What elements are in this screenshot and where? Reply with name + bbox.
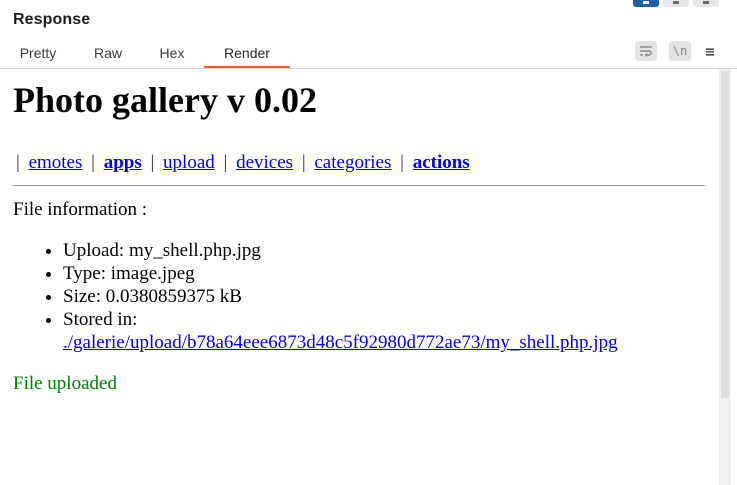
rendered-page: Photo gallery v 0.02 | emotes | apps | u… [0, 69, 718, 485]
scrollbar-thumb[interactable] [721, 71, 729, 398]
layout-horizontal-icon [673, 1, 679, 4]
tab-hex[interactable]: Hex [140, 38, 204, 69]
response-panel: Response Pretty Raw Hex Render \n ≡ Phot… [0, 0, 737, 485]
response-tabs: Pretty Raw Hex Render [0, 38, 290, 69]
nav-link-categories[interactable]: categories [314, 152, 391, 173]
response-tools: \n ≡ [635, 41, 717, 61]
tab-render[interactable]: Render [204, 38, 290, 69]
file-info-type: Type: image.jpeg [63, 262, 618, 285]
nav-link-apps[interactable]: apps [104, 152, 142, 173]
tab-pretty[interactable]: Pretty [0, 38, 76, 69]
nav-link-actions[interactable]: actions [413, 152, 470, 173]
tab-raw[interactable]: Raw [76, 38, 140, 69]
layout-horizontal-button[interactable] [663, 0, 689, 7]
file-info-list: Upload: my_shell.php.jpg Type: image.jpe… [13, 239, 618, 354]
upload-status: File uploaded [13, 373, 117, 394]
nav-separator: | [91, 152, 95, 173]
layout-vertical-icon [703, 1, 709, 4]
stored-file-link[interactable]: ./galerie/upload/b78a64eee6873d48c5f9298… [63, 332, 618, 353]
response-title: Response [13, 11, 91, 28]
nav-separator: | [223, 152, 228, 173]
menu-icon[interactable]: ≡ [703, 41, 717, 61]
wrap-lines-icon[interactable] [635, 41, 657, 61]
stored-in-label: Stored in: [63, 309, 138, 330]
layout-split-icon [643, 1, 649, 4]
file-info-heading: File information : [13, 199, 148, 220]
file-info-stored: Stored in: ./galerie/upload/b78a64eee687… [63, 308, 618, 354]
horizontal-rule [13, 185, 705, 186]
nav-link-devices[interactable]: devices [236, 152, 293, 173]
nav-separator: | [150, 152, 155, 173]
layout-vertical-button[interactable] [693, 0, 719, 7]
nav-separator: | [301, 152, 306, 173]
page-title: Photo gallery v 0.02 [13, 80, 317, 120]
newline-toggle-icon[interactable]: \n [669, 41, 691, 61]
file-info-upload: Upload: my_shell.php.jpg [63, 239, 618, 262]
vertical-scrollbar[interactable] [719, 69, 731, 485]
layout-split-button[interactable] [633, 0, 659, 7]
nav-separator: | [400, 152, 404, 173]
nav-link-upload[interactable]: upload [163, 152, 215, 173]
file-info-size: Size: 0.0380859375 kB [63, 285, 618, 308]
nav-link-emotes[interactable]: emotes [29, 152, 83, 173]
view-layout-buttons [633, 0, 719, 7]
nav-separator: | [16, 152, 20, 173]
page-nav: | emotes | apps | upload | devices | cat… [16, 152, 470, 174]
